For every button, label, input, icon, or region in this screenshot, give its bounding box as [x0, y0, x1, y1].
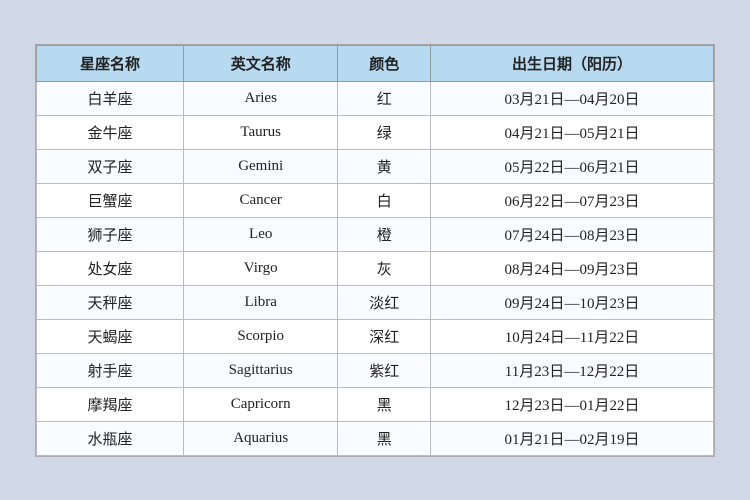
cell-chinese-name: 水瓶座 [37, 421, 184, 455]
header-color: 颜色 [338, 45, 431, 81]
cell-color: 红 [338, 81, 431, 115]
cell-dates: 08月24日—09月23日 [430, 251, 713, 285]
cell-chinese-name: 射手座 [37, 353, 184, 387]
cell-chinese-name: 天蝎座 [37, 319, 184, 353]
zodiac-table-container: 星座名称 英文名称 颜色 出生日期（阳历） 白羊座Aries红03月21日—04… [35, 44, 715, 457]
cell-chinese-name: 处女座 [37, 251, 184, 285]
cell-english-name: Virgo [183, 251, 337, 285]
table-row: 白羊座Aries红03月21日—04月20日 [37, 81, 714, 115]
cell-english-name: Libra [183, 285, 337, 319]
cell-dates: 06月22日—07月23日 [430, 183, 713, 217]
table-row: 金牛座Taurus绿04月21日—05月21日 [37, 115, 714, 149]
cell-dates: 09月24日—10月23日 [430, 285, 713, 319]
cell-chinese-name: 双子座 [37, 149, 184, 183]
table-row: 天蝎座Scorpio深红10月24日—11月22日 [37, 319, 714, 353]
cell-dates: 11月23日—12月22日 [430, 353, 713, 387]
cell-color: 橙 [338, 217, 431, 251]
header-chinese-name: 星座名称 [37, 45, 184, 81]
cell-color: 灰 [338, 251, 431, 285]
table-row: 处女座Virgo灰08月24日—09月23日 [37, 251, 714, 285]
cell-english-name: Taurus [183, 115, 337, 149]
cell-color: 黑 [338, 421, 431, 455]
cell-dates: 10月24日—11月22日 [430, 319, 713, 353]
table-row: 摩羯座Capricorn黑12月23日—01月22日 [37, 387, 714, 421]
cell-color: 白 [338, 183, 431, 217]
cell-color: 紫红 [338, 353, 431, 387]
cell-english-name: Cancer [183, 183, 337, 217]
cell-chinese-name: 摩羯座 [37, 387, 184, 421]
cell-chinese-name: 白羊座 [37, 81, 184, 115]
cell-chinese-name: 狮子座 [37, 217, 184, 251]
header-english-name: 英文名称 [183, 45, 337, 81]
cell-english-name: Leo [183, 217, 337, 251]
cell-color: 黄 [338, 149, 431, 183]
cell-english-name: Gemini [183, 149, 337, 183]
zodiac-table: 星座名称 英文名称 颜色 出生日期（阳历） 白羊座Aries红03月21日—04… [36, 45, 714, 456]
table-header-row: 星座名称 英文名称 颜色 出生日期（阳历） [37, 45, 714, 81]
cell-chinese-name: 金牛座 [37, 115, 184, 149]
cell-english-name: Sagittarius [183, 353, 337, 387]
cell-dates: 05月22日—06月21日 [430, 149, 713, 183]
table-row: 天秤座Libra淡红09月24日—10月23日 [37, 285, 714, 319]
cell-dates: 03月21日—04月20日 [430, 81, 713, 115]
cell-chinese-name: 天秤座 [37, 285, 184, 319]
cell-color: 淡红 [338, 285, 431, 319]
cell-english-name: Aries [183, 81, 337, 115]
table-row: 狮子座Leo橙07月24日—08月23日 [37, 217, 714, 251]
cell-dates: 04月21日—05月21日 [430, 115, 713, 149]
table-body: 白羊座Aries红03月21日—04月20日金牛座Taurus绿04月21日—0… [37, 81, 714, 455]
table-row: 射手座Sagittarius紫红11月23日—12月22日 [37, 353, 714, 387]
cell-english-name: Capricorn [183, 387, 337, 421]
table-row: 巨蟹座Cancer白06月22日—07月23日 [37, 183, 714, 217]
cell-dates: 07月24日—08月23日 [430, 217, 713, 251]
cell-color: 黑 [338, 387, 431, 421]
cell-english-name: Aquarius [183, 421, 337, 455]
cell-dates: 12月23日—01月22日 [430, 387, 713, 421]
cell-dates: 01月21日—02月19日 [430, 421, 713, 455]
cell-color: 绿 [338, 115, 431, 149]
cell-english-name: Scorpio [183, 319, 337, 353]
header-dates: 出生日期（阳历） [430, 45, 713, 81]
table-row: 水瓶座Aquarius黑01月21日—02月19日 [37, 421, 714, 455]
cell-color: 深红 [338, 319, 431, 353]
cell-chinese-name: 巨蟹座 [37, 183, 184, 217]
table-row: 双子座Gemini黄05月22日—06月21日 [37, 149, 714, 183]
